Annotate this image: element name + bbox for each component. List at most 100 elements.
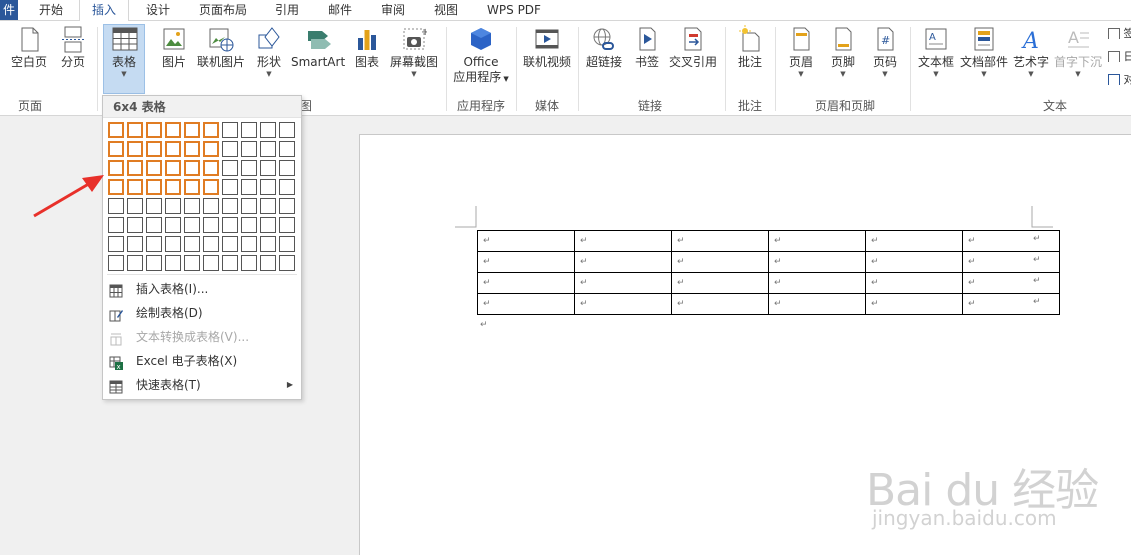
table-grid-cell[interactable]: [279, 141, 295, 157]
table-cell[interactable]: ↵: [672, 294, 769, 315]
table-grid-cell[interactable]: [127, 198, 143, 214]
textbox-button[interactable]: A 文本框 ▼: [916, 25, 956, 78]
table-grid-cell[interactable]: [127, 255, 143, 271]
table-grid-cell[interactable]: [279, 198, 295, 214]
table-grid-cell[interactable]: [146, 217, 162, 233]
table-grid-cell[interactable]: [165, 236, 181, 252]
table-grid-cell[interactable]: [241, 255, 257, 271]
table-grid-cell[interactable]: [127, 236, 143, 252]
table-grid-cell[interactable]: [108, 236, 124, 252]
table-grid-cell[interactable]: [146, 122, 162, 138]
tab-review[interactable]: 审阅: [380, 0, 406, 20]
hyperlink-button[interactable]: 超链接: [583, 25, 625, 70]
table-grid-cell[interactable]: [165, 217, 181, 233]
table-grid-cell[interactable]: [203, 236, 219, 252]
table-cell[interactable]: ↵: [963, 231, 1060, 252]
drop-cap-button[interactable]: A 首字下沉 ▼: [1053, 25, 1103, 78]
table-button[interactable]: 表格 ▼: [103, 24, 145, 94]
table-grid-cell[interactable]: [108, 198, 124, 214]
date-time-button[interactable]: 日: [1108, 48, 1131, 62]
table-grid-cell[interactable]: [241, 122, 257, 138]
table-cell[interactable]: ↵: [769, 252, 866, 273]
table-grid-cell[interactable]: [127, 217, 143, 233]
table-grid-cell[interactable]: [222, 217, 238, 233]
online-picture-button[interactable]: 联机图片: [196, 25, 246, 70]
table-grid-cell[interactable]: [184, 236, 200, 252]
page-break-button[interactable]: 分页: [56, 25, 90, 70]
table-grid-cell[interactable]: [203, 217, 219, 233]
table-cell[interactable]: ↵: [866, 294, 963, 315]
online-video-button[interactable]: 联机视频: [520, 25, 574, 70]
table-grid-cell[interactable]: [260, 179, 276, 195]
tab-mailings[interactable]: 邮件: [327, 0, 353, 20]
shapes-button[interactable]: 形状 ▼: [253, 25, 285, 78]
table-grid-cell[interactable]: [203, 198, 219, 214]
table-grid-cell[interactable]: [279, 179, 295, 195]
table-grid-cell[interactable]: [127, 141, 143, 157]
table-grid-cell[interactable]: [279, 122, 295, 138]
table-grid-cell[interactable]: [222, 122, 238, 138]
table-grid-cell[interactable]: [108, 217, 124, 233]
table-grid-cell[interactable]: [241, 179, 257, 195]
table-grid-cell[interactable]: [146, 160, 162, 176]
tab-design[interactable]: 设计: [145, 0, 171, 20]
table-grid-cell[interactable]: [260, 217, 276, 233]
table-grid-cell[interactable]: [222, 236, 238, 252]
table-grid-cell[interactable]: [146, 179, 162, 195]
table-grid-cell[interactable]: [146, 198, 162, 214]
tab-wps-pdf[interactable]: WPS PDF: [486, 0, 542, 20]
table-grid-cell[interactable]: [241, 236, 257, 252]
blank-page-button[interactable]: 空白页: [8, 25, 50, 70]
table-cell[interactable]: ↵: [575, 231, 672, 252]
quick-tables-menu-item[interactable]: 快速表格(T)▶: [103, 373, 301, 397]
table-cell[interactable]: ↵: [769, 273, 866, 294]
table-grid-cell[interactable]: [279, 217, 295, 233]
table-grid-cell[interactable]: [165, 255, 181, 271]
table-grid-cell[interactable]: [260, 255, 276, 271]
table-grid-cell[interactable]: [279, 255, 295, 271]
table-grid-cell[interactable]: [203, 160, 219, 176]
table-grid-cell[interactable]: [260, 236, 276, 252]
screenshot-button[interactable]: + 屏幕截图 ▼: [388, 25, 440, 78]
table-cell[interactable]: ↵: [769, 294, 866, 315]
table-grid-cell[interactable]: [165, 179, 181, 195]
table-grid-cell[interactable]: [184, 141, 200, 157]
table-grid-cell[interactable]: [241, 198, 257, 214]
table-cell[interactable]: ↵: [963, 273, 1060, 294]
table-grid-cell[interactable]: [203, 179, 219, 195]
signature-line-button[interactable]: 签: [1108, 25, 1131, 39]
tab-file[interactable]: 件: [0, 0, 18, 20]
table-grid-cell[interactable]: [203, 255, 219, 271]
table-grid-cell[interactable]: [260, 160, 276, 176]
office-apps-button[interactable]: Office 应用程序 ▼: [450, 25, 512, 87]
footer-button[interactable]: 页脚 ▼: [826, 25, 860, 78]
table-grid-cell[interactable]: [146, 236, 162, 252]
table-cell[interactable]: ↵: [672, 231, 769, 252]
object-button[interactable]: 对: [1108, 71, 1131, 85]
table-grid-cell[interactable]: [222, 255, 238, 271]
table-cell[interactable]: ↵: [769, 231, 866, 252]
table-cell[interactable]: ↵: [478, 273, 575, 294]
table-grid-cell[interactable]: [222, 198, 238, 214]
table-grid-cell[interactable]: [260, 122, 276, 138]
table-grid-cell[interactable]: [108, 160, 124, 176]
chart-button[interactable]: 图表: [352, 25, 382, 70]
table-grid-cell[interactable]: [108, 141, 124, 157]
table-grid-cell[interactable]: [146, 255, 162, 271]
quick-parts-button[interactable]: 文档部件 ▼: [959, 25, 1009, 78]
table-grid-cell[interactable]: [241, 141, 257, 157]
comment-button[interactable]: 批注: [733, 25, 767, 70]
table-grid-cell[interactable]: [184, 122, 200, 138]
table-grid-cell[interactable]: [222, 141, 238, 157]
header-button[interactable]: 页眉 ▼: [784, 25, 818, 78]
table-grid-cell[interactable]: [165, 141, 181, 157]
excel-spreadsheet-menu-item[interactable]: xExcel 电子表格(X): [103, 349, 301, 373]
table-cell[interactable]: ↵: [478, 294, 575, 315]
table-cell[interactable]: ↵: [575, 273, 672, 294]
tab-insert[interactable]: 插入: [79, 0, 129, 21]
table-grid-cell[interactable]: [146, 141, 162, 157]
table-cell[interactable]: ↵: [866, 273, 963, 294]
insert-table-menu-item[interactable]: 插入表格(I)...: [103, 277, 301, 301]
table-grid-cell[interactable]: [279, 160, 295, 176]
table-grid-cell[interactable]: [127, 179, 143, 195]
